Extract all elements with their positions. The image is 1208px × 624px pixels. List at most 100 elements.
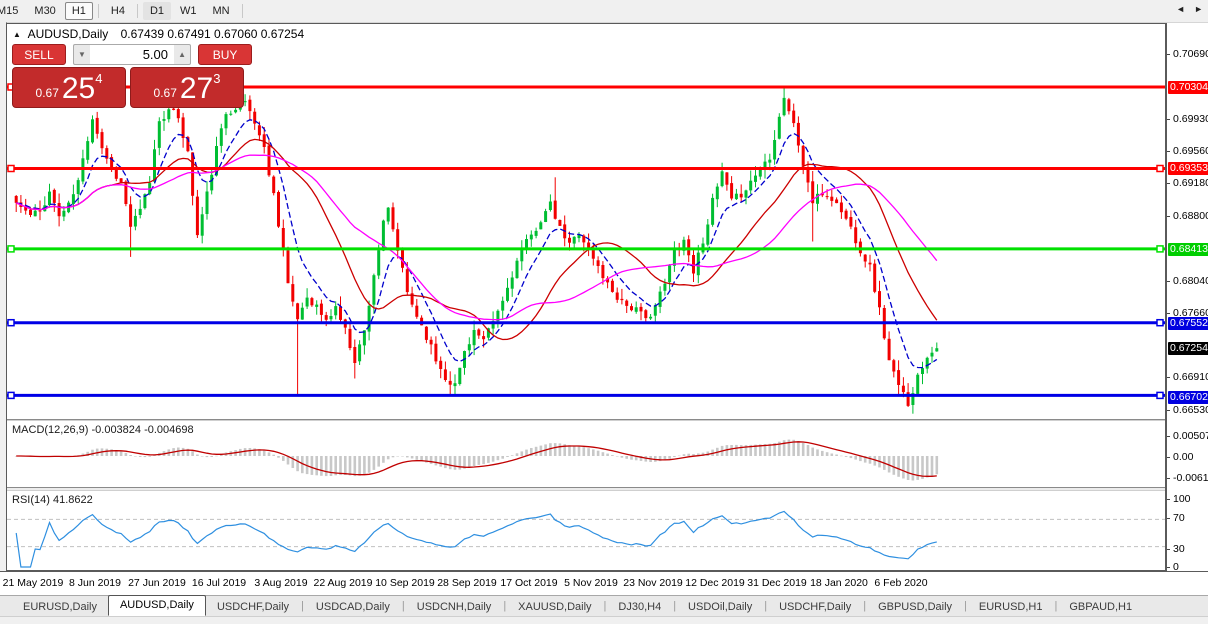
price-axis[interactable]: 0.70690 0.69930 0.69560 0.69180 0.68800 0.680… <box>1166 23 1208 573</box>
volume-increase-button[interactable]: ▲ <box>174 44 192 65</box>
price-axis-tick: 0.69180 <box>1167 177 1208 189</box>
tab-gbpaud-h1[interactable]: GBPAUD,H1 <box>1058 598 1143 616</box>
price-axis-badge: 0.66702 <box>1168 391 1208 404</box>
chart-tab-bar: EURUSD,Daily AUDUSD,Daily USDCHF,Daily | USD… <box>0 595 1208 616</box>
tab-usdcnh-daily[interactable]: USDCNH,Daily <box>406 598 503 616</box>
one-click-trading-panel: SELL ▼ ▲ BUY 0.67 25 4 0.67 27 3 <box>12 44 252 108</box>
axis-tick-mark <box>1167 478 1170 479</box>
axis-tick-mark <box>1167 436 1170 437</box>
toolbar-separator <box>241 4 243 18</box>
tab-gbpusd-daily[interactable]: GBPUSD,Daily <box>867 598 963 616</box>
axis-tick-mark <box>1167 183 1170 184</box>
price-axis-tick: 0.66530 <box>1167 404 1208 416</box>
price-axis-tick: 0.005076 <box>1167 430 1208 442</box>
timeframe-button-m30[interactable]: M30 <box>27 2 62 20</box>
tab-usdoil-daily[interactable]: USDOil,Daily <box>677 598 763 616</box>
price-axis-badge: 0.67254 <box>1168 342 1208 355</box>
tab-usdchf-daily[interactable]: USDCHF,Daily <box>768 598 862 616</box>
tab-usdchf-daily[interactable]: USDCHF,Daily <box>206 598 300 616</box>
chart-window-edge <box>0 22 7 596</box>
date-axis-label: 17 Oct 2019 <box>500 577 558 589</box>
timeframe-button-m15[interactable]: M15 <box>0 2 25 20</box>
rsi-panel-canvas[interactable] <box>7 491 1165 569</box>
macd-name: MACD(12,26,9) <box>12 424 89 436</box>
tab-eurusd-h1[interactable]: EURUSD,H1 <box>968 598 1054 616</box>
axis-tick-mark <box>1167 54 1170 55</box>
price-axis-tick: 0.69560 <box>1167 145 1208 157</box>
sell-price-prefix: 0.67 <box>35 86 59 100</box>
buy-price-pips: 27 <box>179 72 214 105</box>
volume-input[interactable] <box>90 44 174 65</box>
toolbar-separator <box>97 4 99 18</box>
axis-tick-mark <box>1167 151 1170 152</box>
date-axis[interactable]: 21 May 2019 8 Jun 2019 27 Jun 2019 16 Jul 2… <box>0 571 1208 595</box>
date-axis-label: 6 Feb 2020 <box>874 577 928 589</box>
date-axis-label: 18 Jan 2020 <box>810 577 868 589</box>
price-axis-tick: 100 <box>1167 493 1191 505</box>
sell-price-button[interactable]: 0.67 25 4 <box>12 67 126 108</box>
date-axis-label: 23 Nov 2019 <box>623 577 683 589</box>
axis-tick-mark <box>1167 457 1170 458</box>
tab-eurusd-daily[interactable]: EURUSD,Daily <box>12 598 108 616</box>
price-axis-tick: 70 <box>1167 512 1185 524</box>
tab-scroll-left-icon[interactable]: ◄ <box>1176 4 1185 14</box>
date-axis-label: 16 Jul 2019 <box>191 577 247 589</box>
axis-tick-mark <box>1167 518 1170 519</box>
volume-decrease-button[interactable]: ▼ <box>72 44 90 65</box>
price-axis-tick: 0.70690 <box>1167 48 1208 60</box>
price-axis-badge: 0.69353 <box>1168 162 1208 175</box>
rsi-chart[interactable] <box>7 491 1165 569</box>
date-axis-label: 22 Aug 2019 <box>313 577 373 589</box>
buy-price-button[interactable]: 0.67 27 3 <box>130 67 244 108</box>
spin-down-icon: ▼ <box>77 50 86 59</box>
price-axis-tick: 0.69930 <box>1167 113 1208 125</box>
spin-up-icon: ▲ <box>178 50 187 59</box>
buy-price-point: 3 <box>213 71 221 86</box>
buy-button[interactable]: BUY <box>198 44 252 65</box>
axis-tick-mark <box>1167 119 1170 120</box>
sell-button[interactable]: SELL <box>12 44 66 65</box>
timeframe-button-h4[interactable]: H4 <box>104 2 132 20</box>
timeframe-button-h1[interactable]: H1 <box>64 2 93 20</box>
price-axis-tick: 30 <box>1167 543 1185 555</box>
price-axis-tick: 0.66910 <box>1167 371 1208 383</box>
date-axis-label: 28 Sep 2019 <box>437 577 497 589</box>
tab-scroll-arrows: ◄ ► <box>1176 4 1203 14</box>
terminal-window: M15M30H1 H4 D1W1MN ▲ AUDUSD,Daily 0.67439 … <box>0 0 1208 624</box>
status-bar <box>0 616 1208 624</box>
date-axis-label: 3 Aug 2019 <box>254 577 308 589</box>
chart-header: ▲ AUDUSD,Daily 0.67439 0.67491 0.67060 0… <box>13 27 304 41</box>
price-axis-badge: 0.67552 <box>1168 317 1208 330</box>
price-axis-badge: 0.70304 <box>1168 81 1208 94</box>
macd-values: -0.003824 -0.004698 <box>91 424 194 436</box>
timeframe-button-mn[interactable]: MN <box>206 2 237 20</box>
rsi-name: RSI(14) <box>12 494 50 506</box>
date-axis-label: 21 May 2019 <box>2 577 64 589</box>
date-axis-label: 27 Jun 2019 <box>128 577 186 589</box>
date-axis-label: 5 Nov 2019 <box>564 577 618 589</box>
sell-price-pips: 25 <box>61 72 96 105</box>
axis-tick-mark <box>1167 216 1170 217</box>
buy-price-prefix: 0.67 <box>153 86 177 100</box>
rsi-value: 41.8622 <box>52 494 93 506</box>
chart-ohlc-values: 0.67439 0.67491 0.67060 0.67254 <box>120 27 305 41</box>
rsi-indicator-label: RSI(14) 41.8622 <box>12 494 93 506</box>
tab-xauusd-daily[interactable]: XAUUSD,Daily <box>507 598 602 616</box>
timeframe-button-d1[interactable]: D1 <box>142 2 171 20</box>
sell-price-point: 4 <box>95 71 103 86</box>
price-axis-tick: 0.68800 <box>1167 210 1208 222</box>
tab-scroll-right-icon[interactable]: ► <box>1194 4 1203 14</box>
axis-tick-mark <box>1167 567 1170 568</box>
timeframe-button-w1[interactable]: W1 <box>173 2 204 20</box>
tab-audusd-daily[interactable]: AUDUSD,Daily <box>107 595 206 616</box>
collapse-panel-icon[interactable]: ▲ <box>13 30 21 39</box>
price-axis-badge: 0.68413 <box>1168 243 1208 256</box>
axis-tick-mark <box>1167 377 1170 378</box>
tab-usdcad-daily[interactable]: USDCAD,Daily <box>305 598 401 616</box>
date-axis-label: 8 Jun 2019 <box>69 577 121 589</box>
macd-indicator-label: MACD(12,26,9) -0.003824 -0.004698 <box>12 424 194 436</box>
axis-tick-mark <box>1167 313 1170 314</box>
date-axis-label: 12 Dec 2019 <box>685 577 745 589</box>
axis-tick-mark <box>1167 499 1170 500</box>
tab-dj30-h4[interactable]: DJ30,H4 <box>607 598 672 616</box>
